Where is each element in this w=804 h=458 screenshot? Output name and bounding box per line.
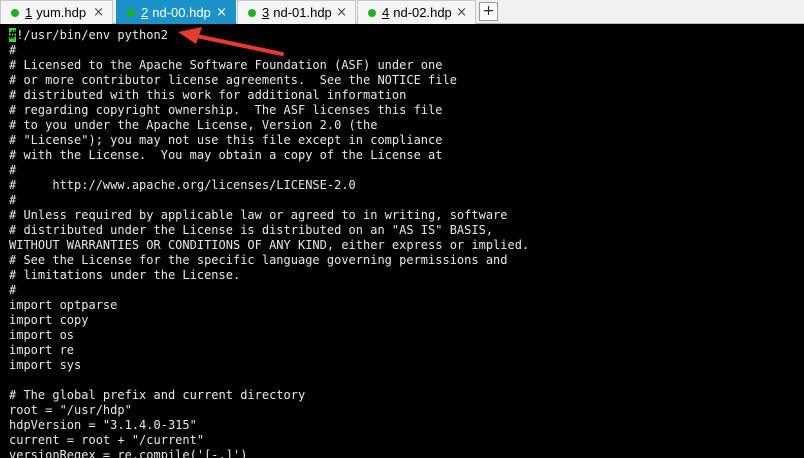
tab-number: 1 [25,5,33,20]
code-line: # limitations under the License. [9,268,241,282]
new-tab-button[interactable]: + [479,2,498,21]
terminal-area[interactable]: #!/usr/bin/env python2 # # Licensed to the… [0,24,804,458]
shebang-line: #!/usr/bin/env python2 [9,28,804,43]
code-line: # [9,193,17,207]
code-line: import optparse [9,298,118,312]
code-line: current = root + "/current" [9,433,205,447]
tab-label: nd-01.hdp [273,5,332,20]
tab-label: nd-02.hdp [393,5,452,20]
code-line: # http://www.apache.org/licenses/LICENSE… [9,178,356,192]
connected-status-icon [368,8,376,17]
code-line: WITHOUT WARRANTIES OR CONDITIONS OF ANY … [9,238,530,252]
tab-bar: 1 yum.hdp × 2 nd-00.hdp × 3 nd-01.hdp × … [0,0,804,24]
code-line: versionRegex = re.compile('[-.]') [9,448,248,458]
tab-number: 4 [382,5,390,20]
close-icon[interactable]: × [456,5,467,20]
code-line: # Unless required by applicable law or a… [9,208,508,222]
code-lines: # # Licensed to the Apache Software Found… [9,43,804,458]
code-line: import re [9,343,75,357]
tab-label: yum.hdp [36,5,87,20]
file-content: #!/usr/bin/env python2 # # Licensed to the… [0,24,804,458]
tab-label: nd-00.hdp [152,5,211,20]
code-line: # [9,43,17,57]
code-line: # [9,163,17,177]
tab-nd-02-hdp[interactable]: 4 nd-02.hdp × [357,0,476,24]
tab-nd-01-hdp[interactable]: 3 nd-01.hdp × [237,0,356,24]
code-line: # with the License. You may obtain a cop… [9,148,443,162]
code-line: import os [9,328,75,342]
code-line: # to you under the Apache License, Versi… [9,118,378,132]
code-line: hdpVersion = "3.1.4.0-315" [9,418,197,432]
close-icon[interactable]: × [93,5,104,20]
connected-status-icon [11,8,19,17]
annotation-arrow-icon [178,27,284,56]
code-line: # regarding copyright ownership. The ASF… [9,103,443,117]
connected-status-icon [248,8,256,17]
code-line: # distributed under the License is distr… [9,223,494,237]
code-line: root = "/usr/hdp" [9,403,132,417]
close-icon[interactable]: × [336,5,347,20]
tab-number: 2 [141,5,149,20]
shebang-text: !/usr/bin/env python2 [16,28,168,42]
code-line: # or more contributor license agreements… [9,73,457,87]
tab-number: 3 [262,5,270,20]
code-line: # "License"); you may not use this file … [9,133,443,147]
close-icon[interactable]: × [216,5,227,20]
code-line: # See the License for the specific langu… [9,253,508,267]
code-line: # Licensed to the Apache Software Founda… [9,58,443,72]
code-line: import copy [9,313,89,327]
code-line: # The global prefix and current director… [9,388,306,402]
tab-yum-hdp[interactable]: 1 yum.hdp × [0,0,113,24]
code-line: # [9,283,17,297]
code-line: # distributed with this work for additio… [9,88,407,102]
tab-nd-00-hdp[interactable]: 2 nd-00.hdp × [116,0,236,24]
connected-status-icon [127,8,135,17]
code-line: import sys [9,358,82,372]
